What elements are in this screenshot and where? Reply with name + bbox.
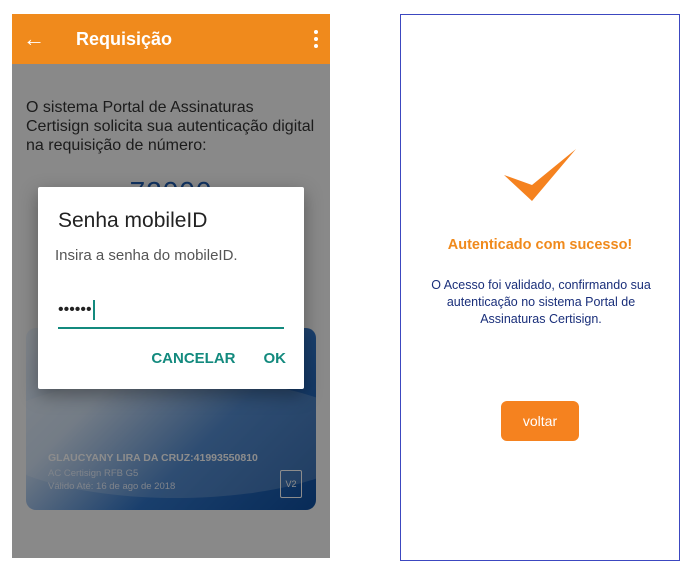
password-value: ••••••	[58, 301, 92, 318]
dialog-message: Insira a senha do mobileID.	[55, 247, 238, 264]
mobileid-request-screen: ← Requisição O sistema Portal de Assinat…	[12, 14, 330, 558]
success-title: Autenticado com sucesso!	[447, 237, 633, 253]
cancel-button[interactable]: CANCELAR	[151, 350, 235, 367]
more-options-icon[interactable]	[302, 14, 330, 64]
app-bar: ← Requisição	[12, 14, 330, 64]
text-caret	[92, 299, 95, 320]
password-input[interactable]: ••••••	[58, 299, 284, 329]
authentication-success-screen: Autenticado com sucesso! O Acesso foi va…	[400, 14, 680, 561]
dialog-actions: CANCELAR OK	[151, 350, 286, 367]
back-button[interactable]: voltar	[501, 401, 579, 441]
page-title: Requisição	[76, 28, 173, 49]
dialog-title: Senha mobileID	[58, 209, 208, 232]
checkmark-icon	[504, 149, 576, 201]
password-dialog: Senha mobileID Insira a senha do mobileI…	[38, 187, 304, 389]
back-arrow-icon[interactable]: ←	[12, 14, 56, 64]
success-message: O Acesso foi validado, confirmando sua a…	[431, 278, 651, 326]
ok-button[interactable]: OK	[264, 350, 287, 367]
